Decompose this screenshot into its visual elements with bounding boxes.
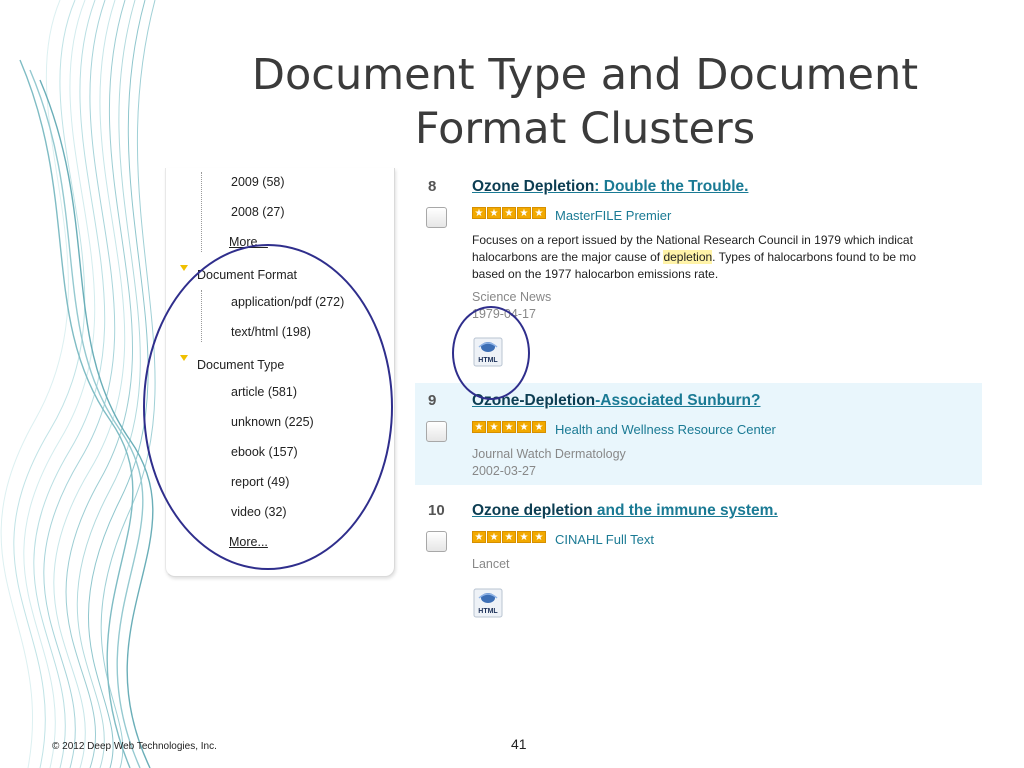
rating-stars: ★ ★ ★ ★ ★ [472,207,546,219]
result-publication: Journal Watch Dermatology [472,447,626,461]
tree-connector [201,172,202,252]
star-icon: ★ [472,207,486,219]
result-number: 9 [428,392,437,409]
result-publication: Science News [472,290,552,304]
result-title-link[interactable]: Ozone-Depletion-Associated Sunburn? [472,392,761,410]
rating-stars: ★ ★ ★ ★ ★ [472,421,546,433]
description-line: Focuses on a report issued by the Nation… [472,233,913,247]
description-line: halocarbons are the major cause of deple… [472,249,982,266]
result-title-rest: and the immune system. [592,502,778,519]
select-result-checkbox[interactable] [426,531,447,552]
star-icon: ★ [517,531,531,543]
result-source-link[interactable]: Health and Wellness Resource Center [555,422,776,437]
result-number: 8 [428,178,437,195]
description-text: halocarbons are the major cause of [472,250,664,264]
copyright-footer: © 2012 Deep Web Technologies, Inc. [52,741,217,752]
annotation-ellipse-html-icon [452,306,530,400]
star-icon: ★ [487,207,501,219]
annotation-ellipse-facets [143,244,393,570]
result-source-link[interactable]: CINAHL Full Text [555,532,654,547]
star-icon: ★ [532,207,546,219]
expand-triangle-icon[interactable] [180,265,188,271]
star-icon: ★ [532,531,546,543]
star-icon: ★ [517,207,531,219]
html-icon-label: HTML [478,608,498,615]
star-icon: ★ [532,421,546,433]
star-icon: ★ [472,531,486,543]
html-format-icon[interactable]: HTML [473,588,503,618]
highlighted-term: depletion [663,250,713,264]
star-icon: ★ [472,421,486,433]
result-title-link[interactable]: Ozone depletion and the immune system. [472,502,778,520]
select-result-checkbox[interactable] [426,421,447,442]
star-icon: ★ [487,421,501,433]
result-title-term: Ozone depletion [472,502,593,519]
description-text: . Types of halocarbons found to be mo [712,250,917,264]
facet-year-2008[interactable]: 2008 (27) [231,205,285,219]
result-publication: Lancet [472,557,510,571]
select-result-checkbox[interactable] [426,207,447,228]
result-title-term: Ozone Depletion [472,178,595,195]
result-title-rest: : Double the Trouble. [594,178,749,195]
result-title-rest: -Associated Sunburn? [595,392,761,409]
facet-year-2009[interactable]: 2009 (58) [231,175,285,189]
result-date: 2002-03-27 [472,464,536,478]
description-line: based on the 1977 halocarbon emissions r… [472,267,719,281]
result-source-link[interactable]: MasterFILE Premier [555,208,671,223]
star-icon: ★ [502,421,516,433]
page-number: 41 [511,736,527,752]
result-description: Focuses on a report issued by the Nation… [472,232,982,283]
star-icon: ★ [502,531,516,543]
slide-title: Document Type and Document Format Cluste… [251,50,919,154]
star-icon: ★ [487,531,501,543]
rating-stars: ★ ★ ★ ★ ★ [472,531,546,543]
star-icon: ★ [502,207,516,219]
result-title-link[interactable]: Ozone Depletion: Double the Trouble. [472,178,748,196]
star-icon: ★ [517,421,531,433]
result-number: 10 [428,502,445,519]
